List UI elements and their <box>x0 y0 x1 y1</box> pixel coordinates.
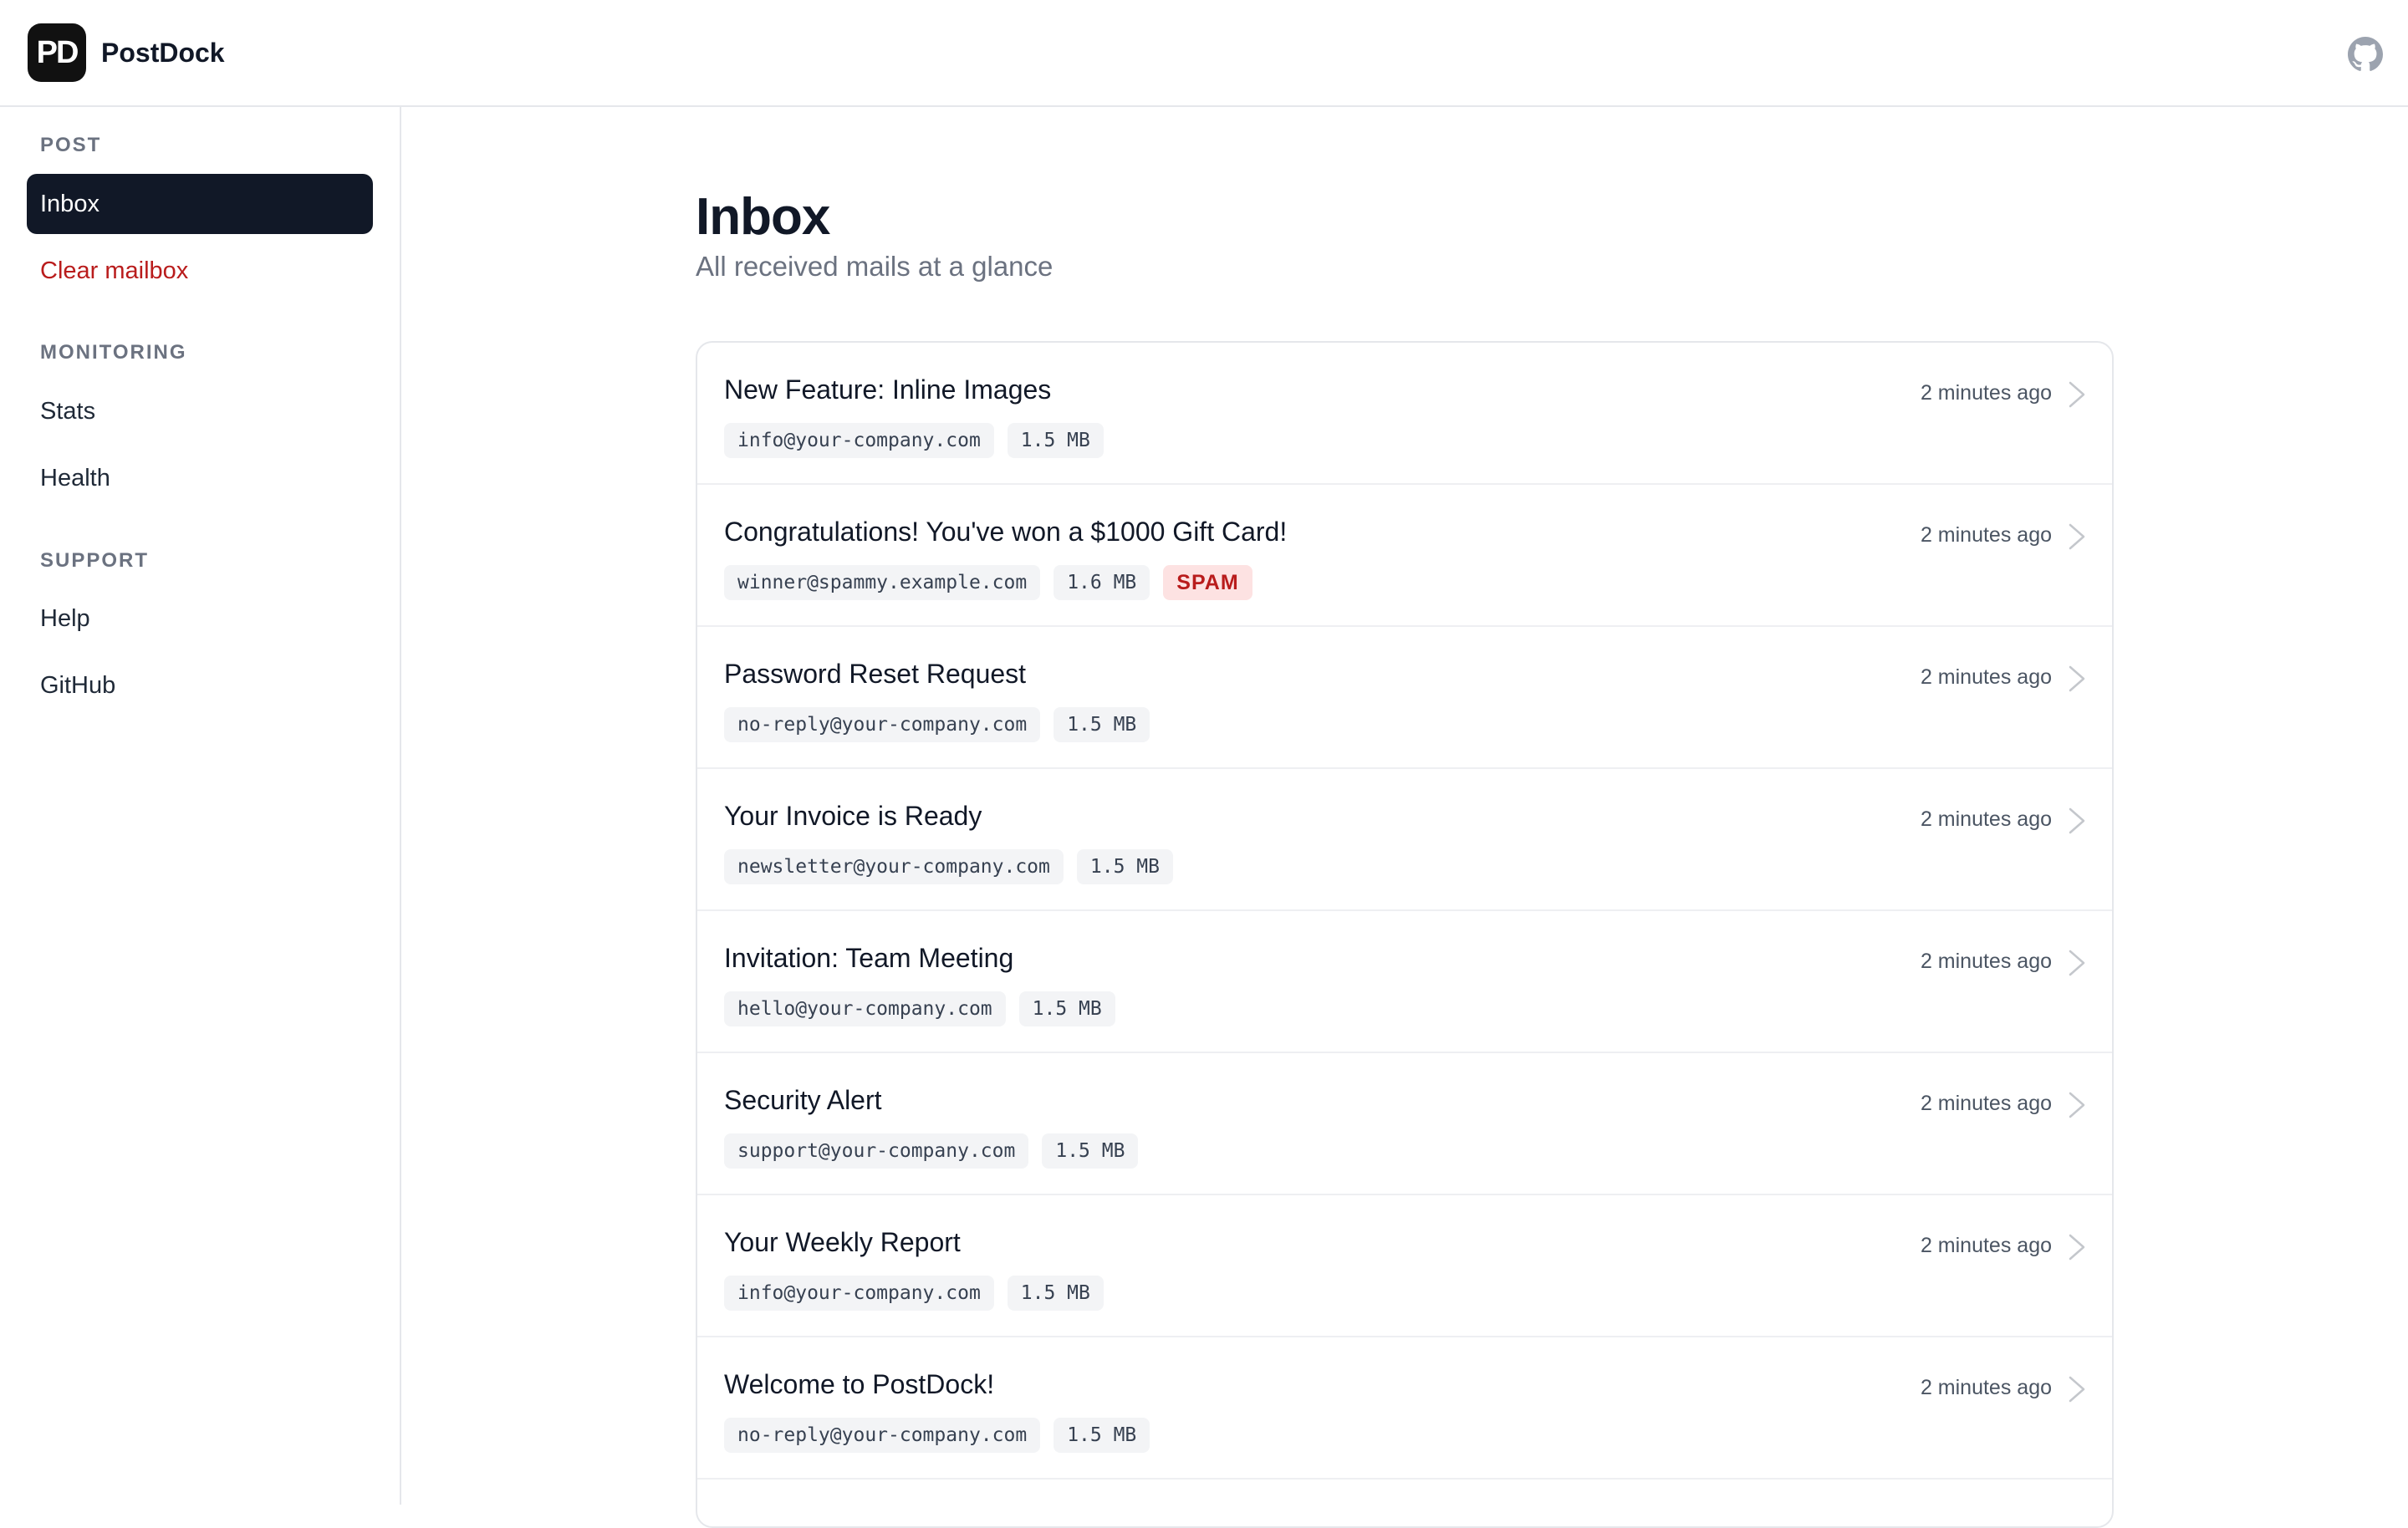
size-tag: 1.5 MB <box>1007 1276 1104 1311</box>
mail-time: 2 minutes ago <box>1920 1376 2052 1399</box>
size-tag: 1.5 MB <box>1054 707 1150 742</box>
sender-tag: no-reply@your-company.com <box>724 1418 1041 1453</box>
mail-tags: support@your-company.com 1.5 MB <box>724 1133 1151 1169</box>
top-bar: PD PostDock <box>0 0 2408 107</box>
spam-badge: SPAM <box>1163 565 1252 600</box>
sender-tag: hello@your-company.com <box>724 991 1006 1026</box>
mail-row[interactable]: Invitation: Team Meeting hello@your-comp… <box>697 911 2112 1053</box>
chevron-right-icon <box>2067 948 2087 978</box>
sender-tag: info@your-company.com <box>724 423 994 458</box>
sidebar-item-inbox[interactable]: Inbox <box>27 174 373 234</box>
app-logo: PD <box>28 23 86 82</box>
mail-list: New Feature: Inline Images info@your-com… <box>696 341 2114 1528</box>
sender-tag: newsletter@your-company.com <box>724 849 1064 884</box>
sidebar-item-health[interactable]: Health <box>27 448 373 508</box>
mail-subject: Password Reset Request <box>724 659 1027 689</box>
mail-tags: info@your-company.com 1.5 MB <box>724 1276 1117 1311</box>
page-subtitle: All received mails at a glance <box>696 251 1054 282</box>
mail-tags: winner@spammy.example.com 1.6 MB SPAM <box>724 565 1266 600</box>
mail-time: 2 minutes ago <box>1920 523 2052 547</box>
github-icon-glyph <box>2348 37 2383 71</box>
app-name: PostDock <box>101 37 225 68</box>
sidebar-item-stats[interactable]: Stats <box>27 381 373 441</box>
mail-time: 2 minutes ago <box>1920 807 2052 831</box>
sender-tag: winner@spammy.example.com <box>724 565 1041 600</box>
mail-row[interactable]: Security Alert support@your-company.com … <box>697 1053 2112 1195</box>
github-icon[interactable] <box>2348 37 2383 72</box>
size-tag: 1.5 MB <box>1076 849 1173 884</box>
size-tag: 1.5 MB <box>1018 991 1115 1026</box>
nav-section-title-monitoring: MONITORING <box>40 341 187 364</box>
chevron-right-icon <box>2067 664 2087 694</box>
mail-row[interactable]: Your Invoice is Ready newsletter@your-co… <box>697 769 2112 911</box>
size-tag: 1.5 MB <box>1007 423 1104 458</box>
mail-time: 2 minutes ago <box>1920 950 2052 973</box>
chevron-right-icon <box>2067 522 2087 552</box>
mail-row[interactable]: Congratulations! You've won a $1000 Gift… <box>697 485 2112 627</box>
mail-tags: info@your-company.com 1.5 MB <box>724 423 1117 458</box>
chevron-right-icon <box>2067 806 2087 836</box>
size-tag: 1.5 MB <box>1054 1418 1150 1453</box>
mail-time: 2 minutes ago <box>1920 381 2052 405</box>
size-tag: 1.6 MB <box>1054 565 1150 600</box>
mail-subject: Congratulations! You've won a $1000 Gift… <box>724 517 1288 547</box>
mail-row[interactable]: Password Reset Request no-reply@your-com… <box>697 627 2112 769</box>
mail-time: 2 minutes ago <box>1920 1092 2052 1115</box>
sidebar-item-github[interactable]: GitHub <box>27 655 373 716</box>
mail-subject: New Feature: Inline Images <box>724 374 1052 405</box>
mail-tags: newsletter@your-company.com 1.5 MB <box>724 849 1186 884</box>
brand[interactable]: PD PostDock <box>28 23 225 82</box>
sender-tag: info@your-company.com <box>724 1276 994 1311</box>
sidebar-item-clear-mailbox[interactable]: Clear mailbox <box>27 241 373 301</box>
nav-section-title-post: POST <box>40 134 102 156</box>
chevron-right-icon <box>2067 1232 2087 1262</box>
size-tag: 1.5 MB <box>1042 1133 1139 1169</box>
mail-subject: Welcome to PostDock! <box>724 1369 995 1399</box>
main-content: Inbox All received mails at a glance New… <box>403 109 2408 1528</box>
page-title: Inbox <box>696 188 830 246</box>
mail-row[interactable]: Welcome to PostDock! no-reply@your-compa… <box>697 1337 2112 1480</box>
mail-row[interactable]: New Feature: Inline Images info@your-com… <box>697 343 2112 485</box>
mail-time: 2 minutes ago <box>1920 665 2052 689</box>
mail-subject: Invitation: Team Meeting <box>724 943 1014 973</box>
sidebar-item-help[interactable]: Help <box>27 588 373 649</box>
mail-subject: Security Alert <box>724 1085 882 1115</box>
chevron-right-icon <box>2067 1090 2087 1120</box>
chevron-right-icon <box>2067 379 2087 410</box>
mail-subject: Your Weekly Report <box>724 1227 961 1257</box>
mail-row[interactable]: Your Weekly Report info@your-company.com… <box>697 1195 2112 1337</box>
mail-time: 2 minutes ago <box>1920 1234 2052 1257</box>
mail-tags: no-reply@your-company.com 1.5 MB <box>724 707 1163 742</box>
mail-tags: no-reply@your-company.com 1.5 MB <box>724 1418 1163 1453</box>
mail-subject: Your Invoice is Ready <box>724 801 982 831</box>
sidebar: POST Inbox Clear mailbox MONITORING Stat… <box>0 107 401 1505</box>
mail-tags: hello@your-company.com 1.5 MB <box>724 991 1129 1026</box>
sender-tag: no-reply@your-company.com <box>724 707 1041 742</box>
sender-tag: support@your-company.com <box>724 1133 1029 1169</box>
chevron-right-icon <box>2067 1374 2087 1404</box>
nav-section-title-support: SUPPORT <box>40 549 150 572</box>
